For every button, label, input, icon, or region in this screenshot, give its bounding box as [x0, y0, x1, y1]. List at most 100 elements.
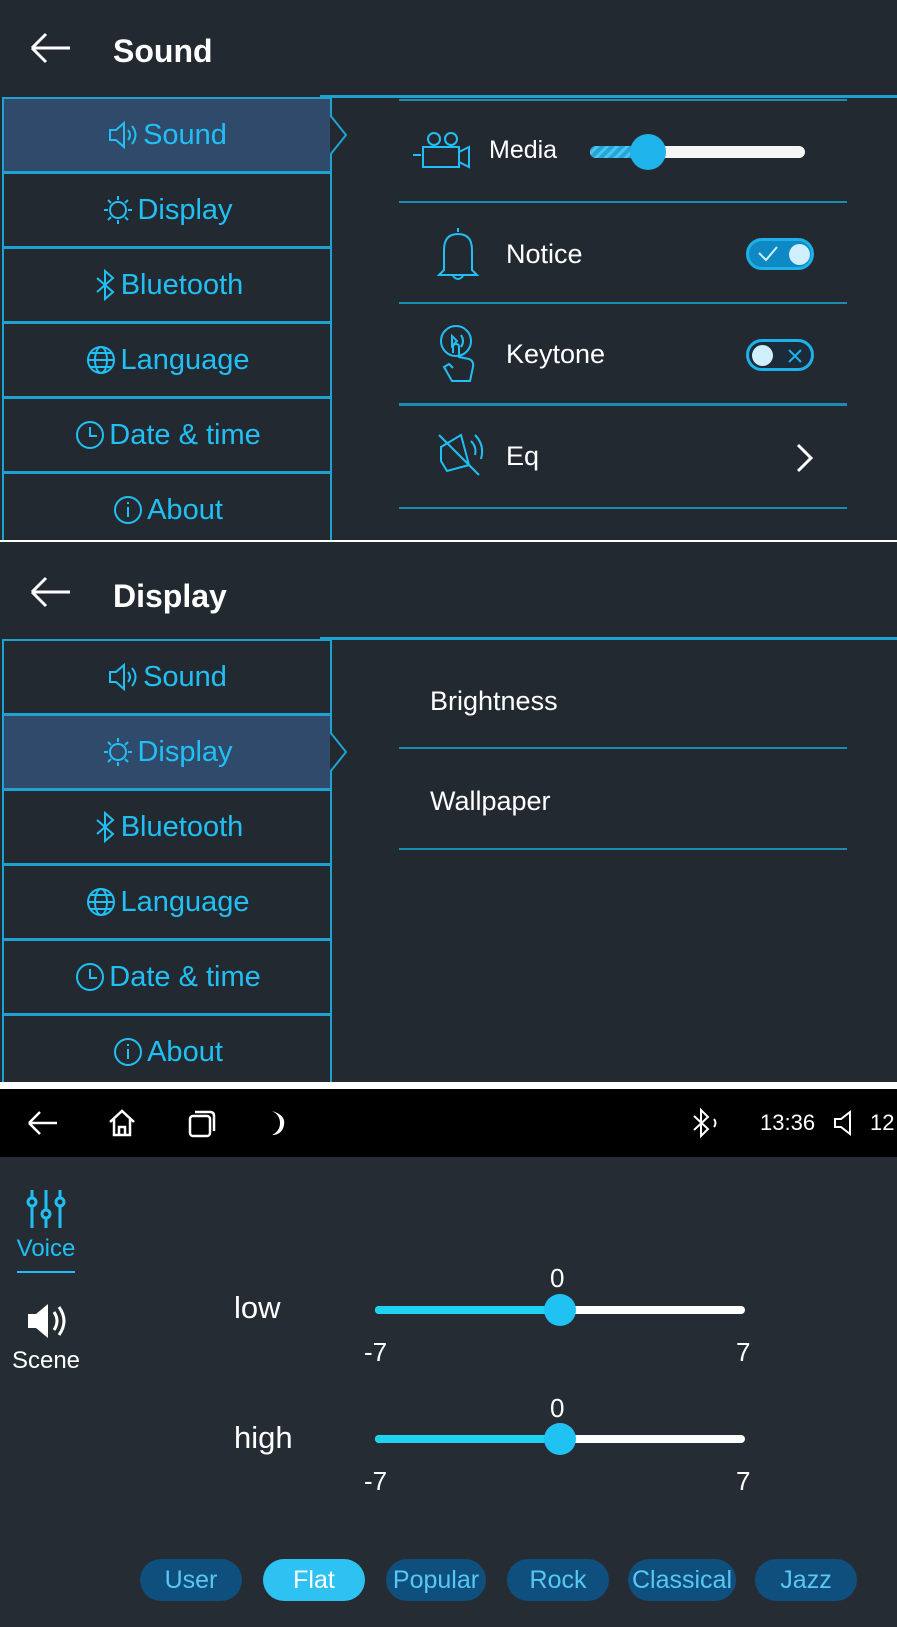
preset-user[interactable]: User — [140, 1559, 242, 1601]
menu-item-label: Display — [137, 193, 233, 226]
menu-item-language[interactable]: Language — [2, 864, 332, 940]
high-slider-fill — [375, 1435, 560, 1443]
menu-item-language[interactable]: Language — [2, 322, 332, 398]
low-value: 0 — [550, 1263, 565, 1293]
globe-icon — [87, 346, 116, 374]
tab-underline — [17, 1271, 75, 1273]
header-divider — [320, 637, 897, 640]
tab-voice-label: Voice — [16, 1235, 76, 1262]
header-divider — [320, 95, 897, 98]
bluetooth-icon — [96, 269, 115, 301]
active-indicator-arrow — [330, 115, 348, 155]
toggle-knob — [789, 244, 810, 265]
menu-item-label: About — [147, 493, 223, 526]
low-max: 7 — [736, 1337, 751, 1367]
speaker-icon — [28, 1304, 66, 1338]
bluetooth-audio-icon — [693, 1107, 717, 1139]
header: Sound — [0, 0, 897, 97]
menu-item-about[interactable]: About — [2, 472, 332, 540]
bluetooth-icon — [96, 811, 115, 843]
tab-scene[interactable]: Scene — [0, 1300, 92, 1375]
sun-icon — [104, 738, 133, 766]
menu-item-label: Sound — [143, 118, 227, 151]
clock-icon — [76, 963, 105, 991]
settings-menu: Sound Display Bluetooth Language Date & … — [0, 97, 348, 540]
low-min: -7 — [364, 1337, 388, 1367]
menu-item-label: Bluetooth — [120, 268, 244, 301]
menu-item-date-time[interactable]: Date & time — [2, 939, 332, 1015]
toggle-knob — [752, 345, 773, 366]
active-indicator-arrow — [330, 732, 348, 772]
x-icon — [788, 349, 802, 363]
menu-item-label: About — [147, 1035, 223, 1068]
preset-rock[interactable]: Rock — [507, 1559, 609, 1601]
info-icon — [114, 496, 143, 524]
header: Display — [0, 542, 897, 639]
row-divider — [399, 201, 847, 203]
menu-item-label: Display — [137, 735, 233, 768]
back-arrow-icon[interactable] — [28, 572, 74, 612]
speaker-icon — [109, 662, 137, 692]
menu-item-date-time[interactable]: Date & time — [2, 397, 332, 473]
menu-item-sound[interactable]: Sound — [2, 639, 332, 715]
menu-item-label: Date & time — [109, 418, 261, 451]
tab-scene-label: Scene — [11, 1347, 81, 1374]
equalizer-screen: 13:36 12 Voice Scene low 0 -7 7 high 0 -… — [0, 1089, 897, 1627]
menu-item-label: Date & time — [109, 960, 261, 993]
high-slider-knob[interactable] — [544, 1423, 576, 1455]
media-camera-icon — [413, 132, 470, 169]
high-label: high — [234, 1420, 293, 1455]
preset-classical[interactable]: Classical — [628, 1559, 736, 1601]
menu-item-sound[interactable]: Sound — [2, 97, 332, 173]
eq-label: Eq — [506, 441, 540, 471]
eq-speaker-icon — [438, 433, 484, 476]
menu-item-display[interactable]: Display — [2, 172, 332, 248]
row-divider — [399, 302, 847, 304]
bell-icon — [436, 228, 480, 280]
settings-menu: Sound Display Bluetooth Language Date & … — [0, 639, 348, 1082]
low-slider-fill — [375, 1306, 560, 1314]
volume-icon[interactable] — [832, 1109, 860, 1137]
clock-time: 13:36 — [760, 1110, 816, 1135]
preset-jazz[interactable]: Jazz — [755, 1559, 857, 1601]
speaker-icon — [109, 120, 137, 150]
sliders-icon — [26, 1190, 66, 1228]
keytone-label: Keytone — [506, 339, 606, 369]
moon-icon[interactable] — [266, 1107, 290, 1139]
menu-item-label: Language — [120, 885, 250, 918]
clock-icon — [76, 421, 105, 449]
status-bar: 13:36 12 — [0, 1089, 897, 1157]
back-arrow-icon[interactable] — [28, 28, 74, 68]
keytone-toggle[interactable] — [746, 339, 814, 371]
menu-item-label: Sound — [143, 660, 227, 693]
menu-item-display[interactable]: Display — [2, 714, 332, 790]
row-divider — [399, 507, 847, 509]
media-volume-knob[interactable] — [630, 134, 667, 170]
row-divider — [399, 848, 847, 850]
tab-voice[interactable]: Voice — [0, 1188, 92, 1273]
globe-icon — [87, 888, 116, 916]
recent-apps-icon[interactable] — [186, 1107, 218, 1139]
row-divider — [399, 747, 847, 749]
brightness-item[interactable]: Brightness — [430, 686, 558, 717]
volume-level: 12 — [870, 1110, 895, 1135]
menu-item-bluetooth[interactable]: Bluetooth — [2, 247, 332, 323]
display-settings-screen: Display Sound Display Bluetooth Language… — [0, 542, 897, 1082]
low-slider-knob[interactable] — [544, 1294, 576, 1326]
menu-item-label: Language — [120, 343, 250, 376]
back-arrow-icon[interactable] — [26, 1107, 60, 1139]
high-value: 0 — [550, 1393, 565, 1423]
info-icon — [114, 1038, 143, 1066]
wallpaper-item[interactable]: Wallpaper — [430, 786, 551, 817]
menu-item-bluetooth[interactable]: Bluetooth — [2, 789, 332, 865]
notice-toggle[interactable] — [746, 238, 814, 270]
sun-icon — [104, 196, 133, 224]
check-icon — [758, 246, 778, 262]
preset-popular[interactable]: Popular — [386, 1559, 486, 1601]
preset-flat[interactable]: Flat — [263, 1559, 365, 1601]
row-divider — [399, 403, 847, 406]
home-icon[interactable] — [106, 1107, 138, 1139]
touch-sound-icon — [440, 325, 475, 382]
menu-item-about[interactable]: About — [2, 1014, 332, 1082]
chevron-right-icon[interactable] — [795, 442, 815, 474]
